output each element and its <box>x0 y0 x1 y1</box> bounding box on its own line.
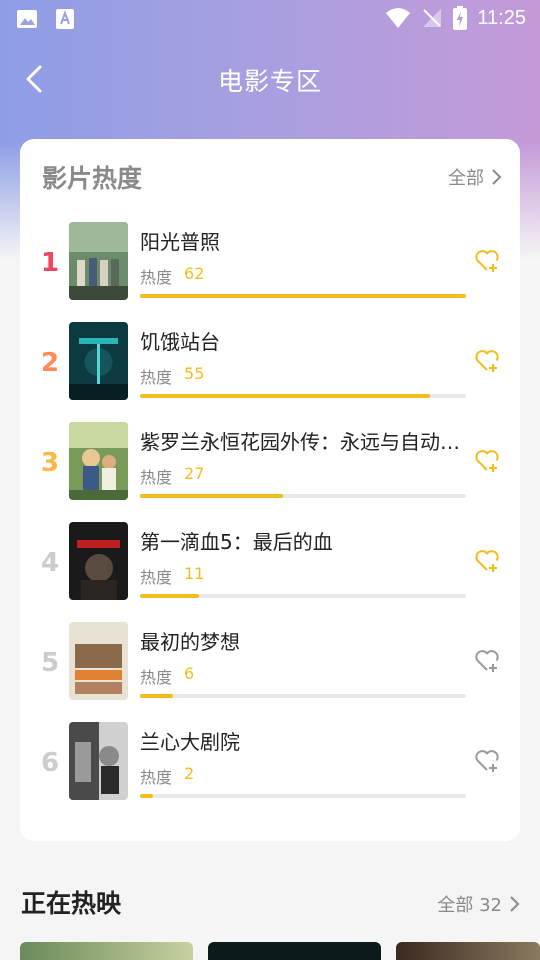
font-notification-icon <box>56 9 74 29</box>
now-showing-all-link[interactable]: 全部 32 <box>437 891 520 917</box>
rank-number: 4 <box>40 548 60 578</box>
hot-ranking-card: 影片热度 全部 1 阳光普照 热度 62 2 饥饿站台 热度 55 3 紫罗兰永… <box>20 139 520 841</box>
heat-label: 热度 <box>140 268 173 287</box>
gallery-notification-icon <box>17 10 37 28</box>
battery-charging-icon <box>453 6 468 30</box>
heat-info: 热度 55 <box>140 364 204 388</box>
heat-value: 62 <box>184 264 205 283</box>
heat-bar <box>140 694 466 698</box>
heat-label: 热度 <box>140 468 173 487</box>
heat-value: 55 <box>184 364 205 383</box>
favorite-heart-icon[interactable] <box>474 748 500 774</box>
movie-title: 饥饿站台 <box>140 330 220 354</box>
heat-value: 2 <box>184 764 195 783</box>
ranking-item[interactable]: 2 饥饿站台 热度 55 <box>20 322 520 422</box>
heat-bar <box>140 594 466 598</box>
heat-bar-fill <box>140 794 154 798</box>
heat-label: 热度 <box>140 668 173 687</box>
all-link-label: 全部 <box>448 168 484 189</box>
ranking-item[interactable]: 3 紫罗兰永恒花园外传：永远与自动… 热度 27 <box>20 422 520 522</box>
ranking-item[interactable]: 5 最初的梦想 热度 6 <box>20 622 520 722</box>
movie-poster <box>69 722 128 800</box>
rank-number: 5 <box>40 648 60 678</box>
rank-number: 1 <box>40 248 60 278</box>
hot-ranking-all-link[interactable]: 全部 <box>448 164 502 190</box>
all-link-label: 全部 32 <box>437 895 502 916</box>
heat-info: 热度 11 <box>140 564 204 588</box>
favorite-heart-icon[interactable] <box>474 348 500 374</box>
heat-bar-fill <box>140 694 173 698</box>
now-showing-poster[interactable] <box>208 942 381 960</box>
movie-title: 第一滴血5：最后的血 <box>140 530 333 554</box>
heat-label: 热度 <box>140 368 173 387</box>
movie-poster <box>69 222 128 300</box>
hot-ranking-title: 影片热度 <box>42 164 143 193</box>
movie-title: 紫罗兰永恒花园外传：永远与自动… <box>140 430 460 454</box>
movie-poster <box>69 422 128 500</box>
favorite-heart-icon[interactable] <box>474 648 500 674</box>
ranking-item[interactable]: 6 兰心大剧院 热度 2 <box>20 722 520 822</box>
favorite-heart-icon[interactable] <box>474 548 500 574</box>
movie-title: 兰心大剧院 <box>140 730 240 754</box>
heat-bar-fill <box>140 594 199 598</box>
heat-bar <box>140 794 466 798</box>
rank-number: 3 <box>40 448 60 478</box>
now-showing-poster[interactable] <box>396 942 540 960</box>
status-bar: 11:25 <box>0 0 540 38</box>
movie-poster <box>69 522 128 600</box>
page-title: 电影专区 <box>217 67 322 96</box>
status-time: 11:25 <box>477 6 526 29</box>
heat-info: 热度 27 <box>140 464 204 488</box>
rank-number: 2 <box>40 348 60 378</box>
heat-info: 热度 62 <box>140 264 204 288</box>
heat-bar-fill <box>140 294 466 298</box>
wifi-icon <box>386 8 411 28</box>
movie-poster <box>69 622 128 700</box>
movie-title: 最初的梦想 <box>140 630 240 654</box>
heat-value: 11 <box>184 564 205 583</box>
ranking-item[interactable]: 1 阳光普照 热度 62 <box>20 222 520 322</box>
movie-title: 阳光普照 <box>140 230 220 254</box>
heat-label: 热度 <box>140 768 173 787</box>
heat-info: 热度 2 <box>140 764 194 788</box>
no-signal-icon <box>423 9 442 27</box>
heat-value: 6 <box>184 664 195 683</box>
chevron-right-icon <box>492 169 502 185</box>
heat-bar-fill <box>140 394 431 398</box>
favorite-heart-icon[interactable] <box>474 248 500 274</box>
heat-bar <box>140 294 466 298</box>
heat-bar-fill <box>140 494 284 498</box>
now-showing-poster[interactable] <box>20 942 193 960</box>
heat-info: 热度 6 <box>140 664 194 688</box>
favorite-heart-icon[interactable] <box>474 448 500 474</box>
heat-bar <box>140 494 466 498</box>
heat-value: 27 <box>184 464 205 483</box>
ranking-item[interactable]: 4 第一滴血5：最后的血 热度 11 <box>20 522 520 622</box>
rank-number: 6 <box>40 748 60 778</box>
movie-poster <box>69 322 128 400</box>
nav-bar: 电影专区 <box>0 56 540 102</box>
now-showing-title: 正在热映 <box>21 889 122 918</box>
heat-bar <box>140 394 466 398</box>
chevron-right-icon <box>510 896 520 912</box>
heat-label: 热度 <box>140 568 173 587</box>
